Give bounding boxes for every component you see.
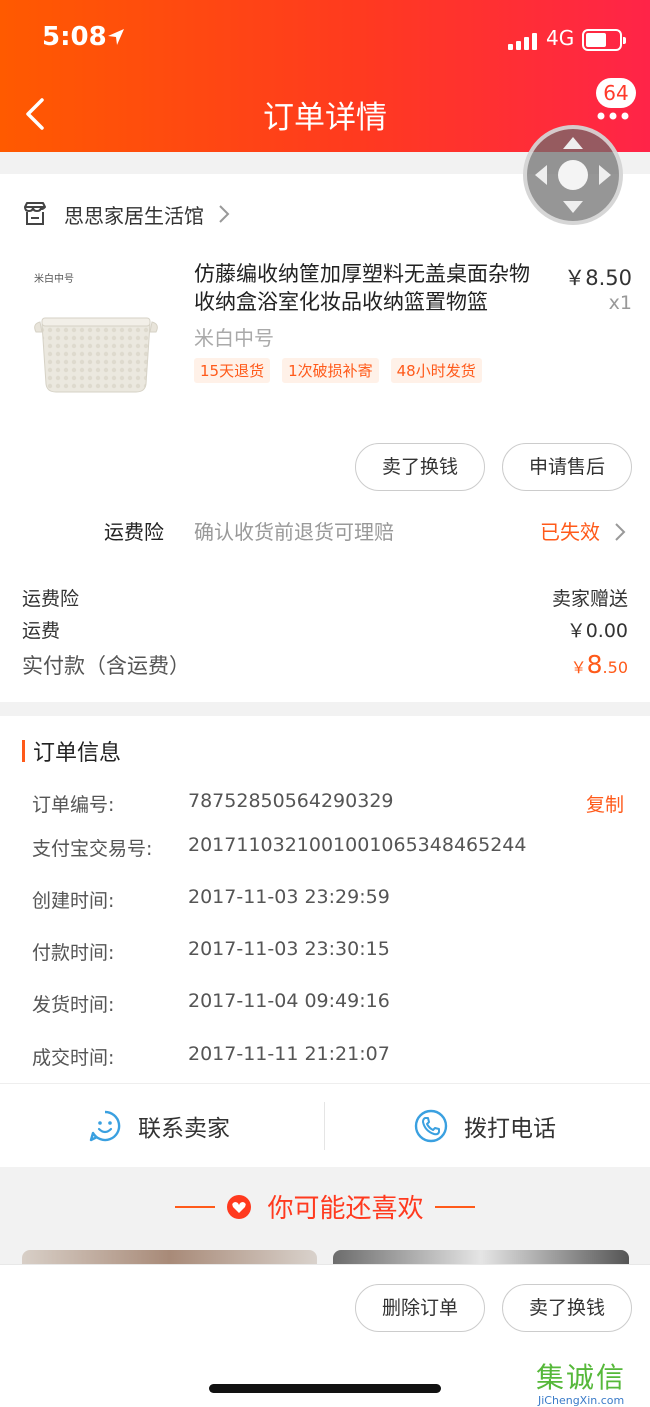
contact-seller-label: 联系卖家 (138, 1116, 230, 1142)
product-title[interactable]: 仿藤编收纳筐加厚塑料无盖桌面杂物收纳盒浴室化妆品收纳篮置物篮 (194, 260, 544, 316)
heart-icon (227, 1194, 252, 1219)
shipped-time-label: 发货时间: (32, 994, 115, 1016)
chat-smiley-icon (89, 1110, 121, 1142)
chevron-right-icon (219, 205, 230, 223)
created-time-label: 创建时间: (32, 890, 115, 912)
divider (324, 1102, 325, 1150)
chevron-right-icon (615, 523, 626, 541)
more-icon[interactable] (595, 110, 631, 122)
paid-total-value: ￥8.50 (570, 650, 628, 679)
order-number-value: 78752850564290329 (188, 790, 394, 812)
battery-icon (582, 29, 626, 51)
call-phone-button[interactable]: 拨打电话 (414, 1084, 556, 1168)
contact-bar: 联系卖家 拨打电话 (0, 1083, 650, 1167)
phone-icon (414, 1109, 448, 1143)
alipay-trade-label: 支付宝交易号: (32, 838, 153, 860)
call-phone-label: 拨打电话 (464, 1116, 556, 1142)
sell-for-cash-bottom-button[interactable]: 卖了换钱 (502, 1284, 632, 1332)
product-sku: 米白中号 (194, 326, 274, 350)
product-quantity: x1 (608, 292, 632, 314)
floating-joystick[interactable] (523, 125, 623, 225)
deal-time-value: 2017-11-11 21:21:07 (188, 1043, 390, 1065)
fee-insurance-value: 卖家赠送 (551, 588, 628, 610)
decor-line (175, 1205, 216, 1208)
sell-for-cash-button[interactable]: 卖了换钱 (355, 443, 485, 491)
apply-after-sale-button[interactable]: 申请售后 (502, 443, 632, 491)
alipay-trade-value: 2017110321001001065348465244 (188, 834, 527, 856)
shipping-insurance-row[interactable]: 运费险 确认收货前退货可理赔 已失效 (0, 512, 650, 548)
delete-order-button[interactable]: 删除订单 (355, 1284, 485, 1332)
paid-total-row: 实付款（含运费） ￥8.50 (22, 650, 628, 680)
created-time-value: 2017-11-03 23:29:59 (188, 886, 390, 908)
service-tag: 48小时发货 (390, 358, 482, 383)
shipping-insurance-desc: 确认收货前退货可理赔 (194, 520, 394, 544)
shop-row[interactable]: 思思家居生活馆 (22, 196, 230, 232)
fee-insurance-row: 运费险 卖家赠送 (22, 584, 628, 611)
fee-shipping-value: ￥0.00 (566, 620, 628, 642)
network-type: 4G (546, 26, 575, 50)
recommend-title: 你可能还喜欢 (0, 1188, 650, 1225)
location-arrow-icon (108, 29, 124, 45)
order-number-label: 订单编号: (32, 794, 115, 816)
service-tag: 1次破损补寄 (282, 358, 379, 383)
shipped-time-value: 2017-11-04 09:49:16 (188, 990, 390, 1012)
status-bar: 5:08 4G (0, 0, 650, 80)
paid-total-label: 实付款（含运费） (22, 654, 190, 678)
paid-time-label: 付款时间: (32, 942, 115, 964)
shop-icon (24, 202, 46, 225)
copy-order-number-button[interactable]: 复制 (586, 790, 624, 817)
product-image-tag: 米白中号 (34, 274, 74, 285)
fee-shipping-label: 运费 (22, 620, 61, 642)
message-count-badge[interactable]: 64 (596, 78, 636, 108)
home-indicator[interactable] (209, 1384, 441, 1393)
signal-icon (508, 32, 540, 50)
contact-seller-button[interactable]: 联系卖家 (88, 1084, 230, 1168)
decor-line (434, 1205, 475, 1208)
fee-shipping-row: 运费 ￥0.00 (22, 616, 628, 643)
order-info-title: 订单信息 (22, 736, 121, 766)
status-time: 5:08 (42, 22, 107, 52)
shipping-insurance-label: 运费险 (104, 520, 164, 544)
fee-insurance-label: 运费险 (22, 588, 80, 610)
shipping-insurance-status: 已失效 (540, 520, 600, 544)
deal-time-label: 成交时间: (32, 1047, 115, 1069)
joystick-arrows-icon (535, 137, 611, 213)
product-image[interactable]: 米白中号 (22, 262, 170, 410)
product-service-tags: 15天退货 1次破损补寄 48小时发货 (194, 358, 482, 383)
product-price: ￥8.50 (564, 266, 632, 290)
watermark-logo: 集诚信 JiChengXin.com (536, 1361, 627, 1407)
paid-time-value: 2017-11-03 23:30:15 (188, 938, 390, 960)
shop-name: 思思家居生活馆 (64, 203, 204, 228)
service-tag: 15天退货 (194, 358, 271, 383)
